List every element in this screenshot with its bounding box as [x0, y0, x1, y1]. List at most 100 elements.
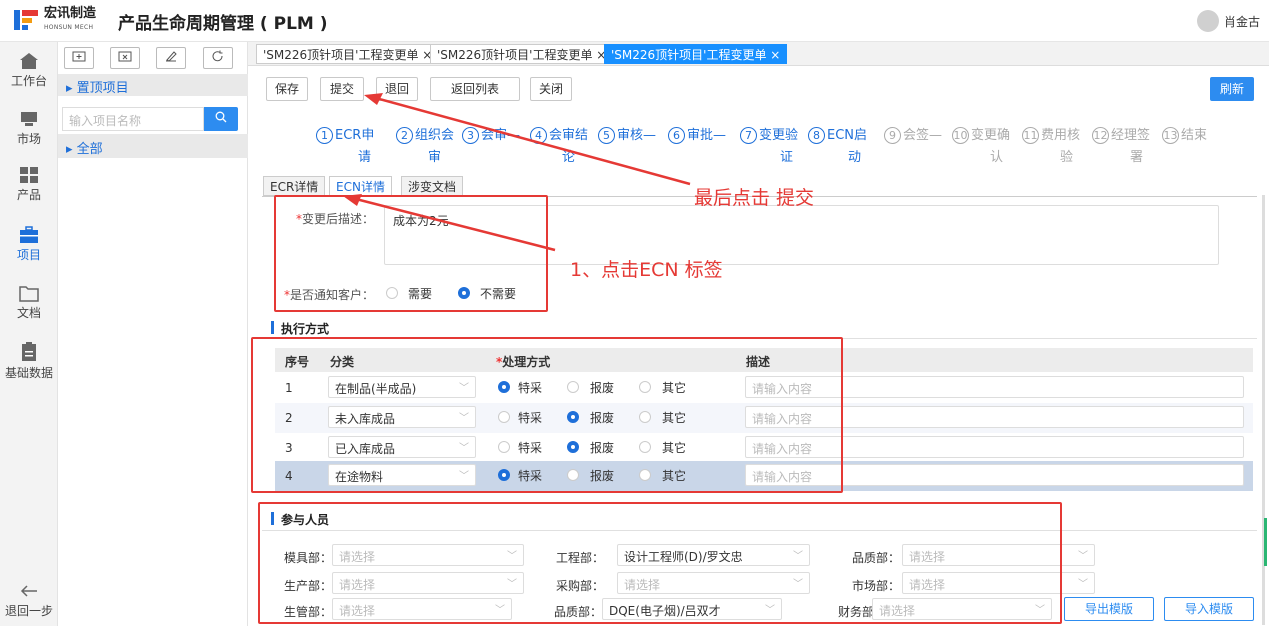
nav-item-market[interactable]: 市场 [0, 110, 58, 147]
step-7-line2: 证 [780, 150, 794, 165]
search-icon [215, 111, 227, 123]
annotation-box-people [258, 502, 1062, 624]
tab-ecr-2[interactable]: 'SM226顶针项目'工程变更单 × [430, 44, 614, 64]
nav-item-base-data[interactable]: 基础数据 [0, 342, 58, 381]
step-1-line2: 请 [358, 150, 372, 165]
data-icon [22, 342, 36, 361]
step-label: ECN启 [827, 128, 868, 143]
step-label: 变更验 [759, 128, 799, 143]
chevron-down-icon: ﹀ [1078, 579, 1088, 590]
nav-label: 产品 [16, 188, 41, 202]
nav-label: 工作台 [10, 74, 47, 88]
step-num: 5 [598, 127, 615, 144]
export-template-button[interactable]: 导出模版 [1064, 597, 1154, 621]
step-label: ECR申 [335, 128, 375, 143]
step-10: 10 变更确 [952, 124, 1010, 144]
submit-button[interactable]: 提交 [320, 77, 364, 101]
logo-icon [14, 10, 38, 30]
step-num: 12 [1092, 127, 1109, 144]
step-num: 8 [808, 127, 825, 144]
step-2-line2: 审 [428, 150, 442, 165]
step-6: 6 审批— [668, 124, 726, 144]
pencil-icon [166, 51, 177, 62]
step-num: 7 [740, 127, 757, 144]
nav-label: 文档 [16, 306, 41, 320]
tab-change-docs[interactable]: 涉变文档 [401, 176, 464, 196]
step-num: 4 [530, 127, 547, 144]
step-3: 3 会审— [462, 124, 520, 144]
step-11-line2: 验 [1060, 150, 1074, 165]
home-icon [20, 53, 38, 69]
left-nav: 工作台 市场 产品 项目 文档 基础数据 退回一步 [0, 42, 58, 626]
folder-add-icon [72, 51, 86, 62]
annotation-box-form [274, 195, 548, 312]
tree-all-label[interactable]: ▸ 全部 [66, 138, 103, 157]
step-8: 8 ECN启 [808, 124, 867, 144]
step-label: 会签— [903, 128, 943, 143]
step-label: 经理签 [1111, 128, 1151, 143]
tree-pinned-text: 置顶项目 [76, 81, 129, 96]
nav-label: 基础数据 [4, 366, 53, 380]
exec-title: 执行方式 [281, 322, 330, 336]
brand-name: 宏讯制造 [44, 6, 97, 21]
back-step[interactable]: 退回一步 [0, 582, 58, 619]
step-label: 费用核 [1041, 128, 1081, 143]
document-tabs: 'SM226顶针项目'工程变更单 × 'SM226顶针项目'工程变更单 × 'S… [248, 42, 1269, 66]
tree-all-text: 全部 [76, 142, 103, 157]
reload-button[interactable] [203, 47, 233, 69]
save-button[interactable]: 保存 [266, 77, 308, 101]
step-5: 5 审核— [598, 124, 656, 144]
new-folder-button[interactable] [64, 47, 94, 69]
return-list-button[interactable]: 返回列表 [430, 77, 520, 101]
grid-icon [20, 167, 38, 183]
annotation-box-exec [251, 337, 843, 493]
step-label: 结束 [1181, 128, 1208, 143]
arrow-left-icon [20, 585, 37, 597]
project-search-input[interactable]: 输入项目名称 [62, 107, 204, 131]
tree-pinned-label[interactable]: ▸ 置顶项目 [66, 77, 129, 96]
step-num: 3 [462, 127, 479, 144]
tab-ecr-3[interactable]: 'SM226顶针项目'工程变更单 × [604, 44, 788, 64]
nav-item-docs[interactable]: 文档 [0, 284, 58, 321]
tab-ecr-detail[interactable]: ECR详情 [263, 176, 326, 196]
chevron-down-icon: ﹀ [1078, 551, 1088, 562]
step-label: 会审结 [549, 128, 589, 143]
step-7: 7 变更验 [740, 124, 798, 144]
tab-ecn-detail[interactable]: ECN详情 [329, 176, 392, 196]
tab-ecr-1[interactable]: 'SM226顶针项目'工程变更单 × [256, 44, 440, 64]
step-label: 组织会 [415, 128, 455, 143]
step-num: 1 [316, 127, 333, 144]
market-icon [21, 112, 37, 126]
nav-item-project[interactable]: 项目 [0, 226, 58, 263]
step-8-line2: 动 [848, 150, 862, 165]
step-num: 13 [1162, 127, 1179, 144]
folder-icon [19, 286, 39, 302]
briefcase-icon [20, 226, 38, 243]
step-2: 2 组织会 [396, 124, 454, 144]
search-button[interactable] [204, 107, 238, 131]
edit-button[interactable] [156, 47, 186, 69]
step-num: 10 [952, 127, 969, 144]
refresh-button[interactable]: 刷新 [1210, 77, 1254, 101]
close-button[interactable]: 关闭 [530, 77, 572, 101]
folder-delete-icon [118, 51, 132, 62]
username[interactable]: 肖金古 [1224, 13, 1260, 30]
step-num: 2 [396, 127, 413, 144]
nav-item-workbench[interactable]: 工作台 [0, 52, 58, 89]
step-num: 9 [884, 127, 901, 144]
import-template-button[interactable]: 导入模版 [1164, 597, 1254, 621]
step-label: 审核— [617, 128, 657, 143]
step-9: 9 会签— [884, 124, 942, 144]
scrollbar-thumb[interactable] [1264, 518, 1267, 566]
annotation-ecn-note: 1、点击ECN 标签 [570, 259, 723, 281]
section-bar [271, 321, 274, 334]
step-label: 审批— [687, 128, 727, 143]
nav-item-product[interactable]: 产品 [0, 166, 58, 203]
avatar[interactable] [1197, 10, 1219, 32]
delete-folder-button[interactable] [110, 47, 140, 69]
nav-label: 市场 [16, 132, 41, 146]
back-button[interactable]: 退回 [376, 77, 418, 101]
step-12-line2: 署 [1130, 150, 1144, 165]
app-title: 产品生命周期管理 ( PLM ) [118, 14, 328, 34]
step-12: 12 经理签 [1092, 124, 1150, 144]
